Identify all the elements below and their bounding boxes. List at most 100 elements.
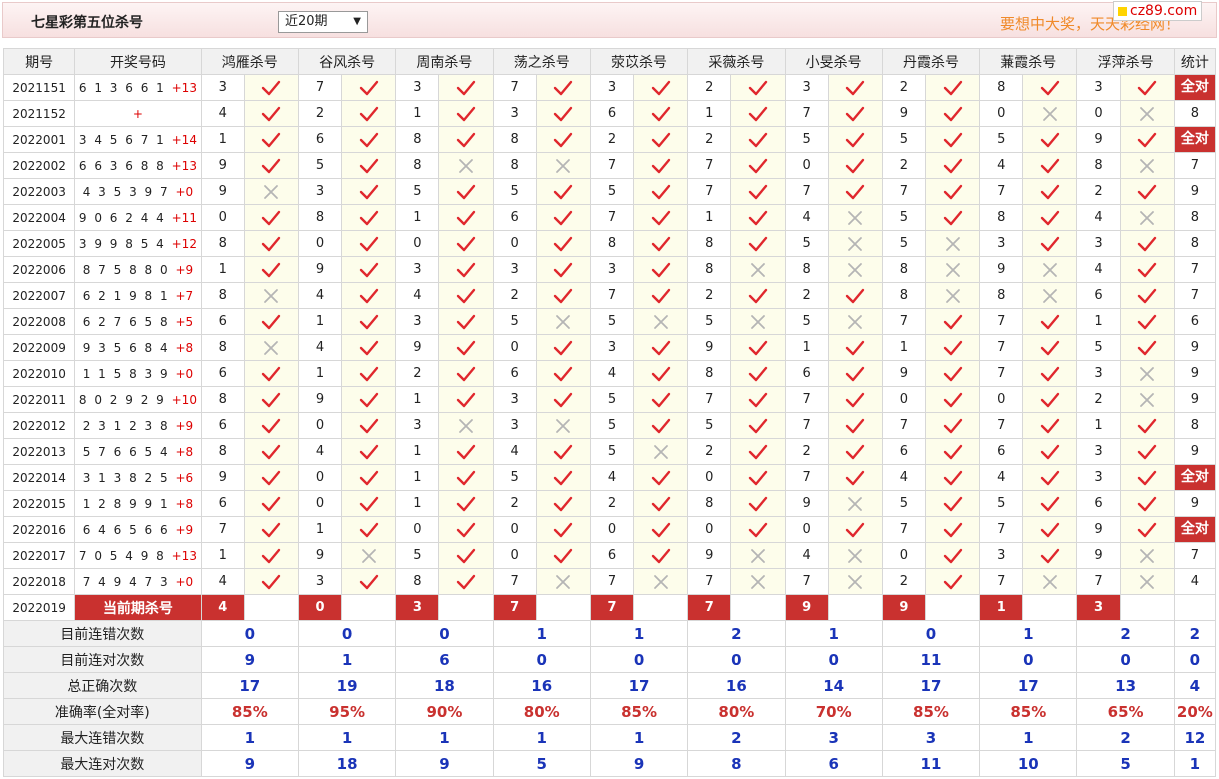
check-icon xyxy=(1137,236,1157,251)
issue-number: 2022001 xyxy=(2,126,76,153)
issue-number: 2022008 xyxy=(2,308,76,335)
result-mark xyxy=(243,230,299,257)
check-icon xyxy=(651,132,670,147)
kill-number: 2 xyxy=(881,74,926,101)
result-mark xyxy=(243,542,299,569)
result-mark xyxy=(1119,74,1175,101)
check-icon xyxy=(262,392,281,407)
current-kill-number: 9 xyxy=(784,594,829,621)
current-empty-cell xyxy=(1022,594,1078,621)
kill-number: 2 xyxy=(492,490,537,517)
stats-value: 2 xyxy=(1076,620,1175,647)
check-icon xyxy=(456,210,476,225)
current-empty-cell xyxy=(341,594,397,621)
result-mark xyxy=(1022,568,1078,595)
result-mark xyxy=(243,100,299,127)
kill-number: 7 xyxy=(1076,568,1121,595)
correct-count: 7 xyxy=(1190,158,1200,173)
check-icon xyxy=(262,418,281,433)
result-mark xyxy=(341,126,397,153)
result-mark xyxy=(633,126,689,153)
result-mark xyxy=(438,126,494,153)
check-icon xyxy=(943,106,962,121)
check-icon xyxy=(1040,210,1060,225)
check-icon xyxy=(456,548,476,563)
kill-number: 7 xyxy=(979,334,1024,361)
stats-value: 1 xyxy=(979,724,1078,751)
result-mark xyxy=(341,490,397,517)
draw-digits: 6 1 3 6 6 1 xyxy=(78,80,166,95)
check-icon xyxy=(943,210,962,225)
issue-number: 2022016 xyxy=(2,516,76,543)
kill-number: 9 xyxy=(1076,516,1121,543)
check-icon xyxy=(262,548,281,563)
correct-count: 7 xyxy=(1190,262,1200,277)
check-icon xyxy=(943,340,962,355)
kill-number: 0 xyxy=(297,490,343,517)
stats-value: 0 xyxy=(200,620,299,647)
cross-icon xyxy=(1140,210,1155,225)
check-icon xyxy=(748,106,768,121)
result-mark xyxy=(924,464,981,491)
result-mark xyxy=(535,100,591,127)
kill-number: 6 xyxy=(200,412,245,439)
check-icon xyxy=(1040,418,1060,433)
stats-value: 5 xyxy=(1076,750,1175,777)
table-row: 2022001 3 4 5 6 7 1 +14 1 6 8 8 2 2 5 5 5 9 全对 xyxy=(2,126,1217,153)
result-mark xyxy=(438,568,494,595)
kill-number: 2 xyxy=(1076,178,1121,205)
cross-icon xyxy=(945,262,960,277)
stats-value: 1 xyxy=(589,620,689,647)
stats-value: 85% xyxy=(589,698,689,725)
site-logo[interactable]: cz89.com xyxy=(1113,1,1203,21)
kill-number: 7 xyxy=(687,386,732,413)
result-mark xyxy=(535,516,591,543)
kill-number: 0 xyxy=(200,204,245,231)
check-icon xyxy=(1040,184,1060,199)
kill-number: 7 xyxy=(881,516,926,543)
kill-number: 6 xyxy=(589,100,635,127)
kill-number: 7 xyxy=(784,178,829,205)
stats-label: 目前连对次数 xyxy=(3,646,202,673)
draw-numbers: 6 6 3 6 8 8 +13 xyxy=(74,152,202,179)
period-select[interactable]: 近20期 ▼ xyxy=(278,11,368,33)
kill-number: 7 xyxy=(979,412,1024,439)
draw-numbers: 7 0 5 4 9 8 +13 xyxy=(74,542,202,569)
cross-icon xyxy=(848,236,863,251)
result-mark xyxy=(341,100,397,127)
kill-number: 4 xyxy=(1076,204,1121,231)
result-mark xyxy=(1119,464,1175,491)
check-icon xyxy=(1137,522,1157,537)
result-mark xyxy=(730,178,786,205)
result-mark xyxy=(730,74,786,101)
kill-number: 4 xyxy=(297,438,343,465)
kill-number: 3 xyxy=(1076,464,1121,491)
result-mark xyxy=(535,360,591,387)
issue-number: 2022018 xyxy=(2,568,76,595)
kill-number: 8 xyxy=(589,230,635,257)
kill-number: 2 xyxy=(784,282,829,309)
cross-icon xyxy=(1042,106,1057,121)
result-mark xyxy=(730,230,786,257)
result-mark xyxy=(438,152,494,179)
result-mark xyxy=(535,282,591,309)
result-mark xyxy=(341,464,397,491)
current-empty-cell xyxy=(827,594,883,621)
check-icon xyxy=(262,106,281,121)
cross-icon xyxy=(1140,548,1155,563)
result-mark xyxy=(1022,360,1078,387)
table-row: 2022017 7 0 5 4 9 8 +13 1 9 5 0 6 9 4 0 3 9 7 xyxy=(2,542,1217,569)
kill-number: 5 xyxy=(881,230,926,257)
correct-count: 8 xyxy=(1190,106,1200,121)
result-mark xyxy=(827,438,883,465)
kill-number: 9 xyxy=(395,334,440,361)
check-icon xyxy=(359,184,378,199)
result-mark xyxy=(730,256,786,283)
row-stat: 全对 xyxy=(1173,126,1217,153)
issue-number: 2022005 xyxy=(2,230,76,257)
result-mark xyxy=(1119,178,1175,205)
kill-number: 7 xyxy=(687,152,732,179)
kill-number: 5 xyxy=(881,490,926,517)
kill-number: 6 xyxy=(200,490,245,517)
check-icon xyxy=(748,184,768,199)
